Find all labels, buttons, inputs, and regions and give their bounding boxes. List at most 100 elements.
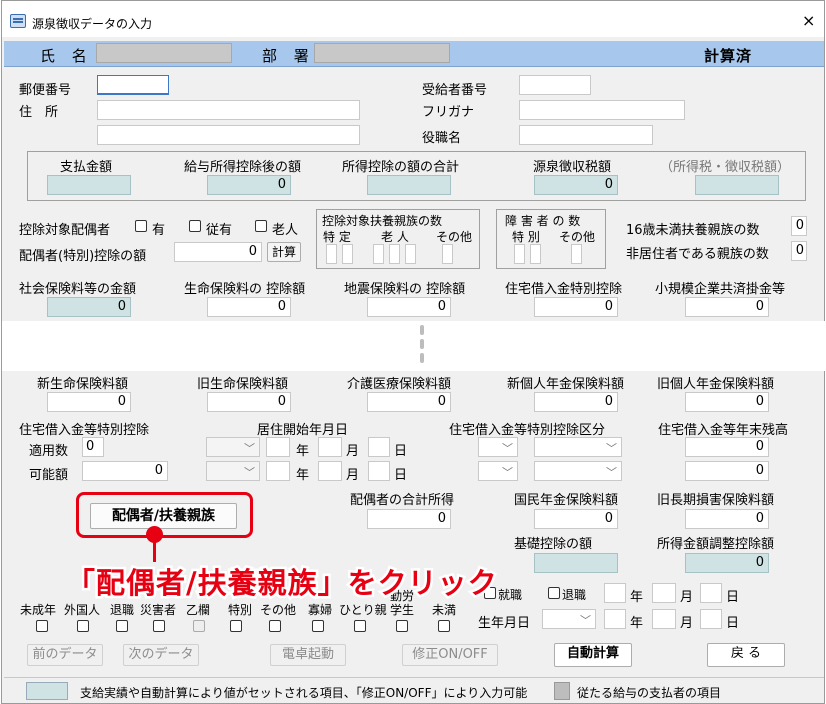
housing-day-input-2[interactable] <box>368 461 390 481</box>
birth-era-select[interactable]: ﹀ <box>542 609 596 629</box>
spouse-income-field[interactable]: 0 <box>367 509 451 529</box>
housing-era-select-1[interactable]: ﹀ <box>206 437 260 457</box>
nonresident-label: 非居住者である親族の数 <box>626 247 769 262</box>
housing-day-input-1[interactable] <box>368 437 390 457</box>
flag-widow-checkbox[interactable] <box>312 620 324 632</box>
name-label: 氏 名 <box>40 47 93 65</box>
housing-possible-input[interactable]: 0 <box>82 461 168 481</box>
emp-year-input[interactable] <box>604 583 626 603</box>
spouse-elderly-checkbox[interactable] <box>255 220 267 232</box>
dep-elderly-box-2[interactable] <box>389 244 400 264</box>
housing-month-input-2[interactable] <box>318 461 342 481</box>
adjust-field: 0 <box>685 553 769 573</box>
flag-minor-checkbox[interactable] <box>36 620 48 632</box>
housing-label: 住宅借入金等特別控除 <box>19 423 150 438</box>
flag-special-checkbox[interactable] <box>230 620 242 632</box>
under16-input[interactable]: 0 <box>791 216 807 236</box>
emp-day-input[interactable] <box>700 583 722 603</box>
furigana-input[interactable] <box>519 100 685 120</box>
housing-category-select-1a[interactable]: ﹀ <box>478 437 518 457</box>
dep-other-box[interactable] <box>442 244 453 264</box>
dep-specific-box-2[interactable] <box>342 244 353 264</box>
flag-single-parent-checkbox[interactable] <box>354 620 366 632</box>
dep-specific-box-1[interactable] <box>326 244 337 264</box>
edit-toggle-button[interactable]: 修正ON/OFF <box>402 644 498 666</box>
flag-label-disaster: 災害者 <box>140 603 177 617</box>
dis-other-box[interactable] <box>571 244 582 264</box>
dept-label: 部 署 <box>262 47 315 65</box>
small-biz-field[interactable]: 0 <box>685 297 769 317</box>
postal-input[interactable] <box>97 75 169 95</box>
birth-month-input[interactable] <box>652 609 676 629</box>
old-long-field[interactable]: 0 <box>685 509 769 529</box>
new-pension-field[interactable]: 0 <box>534 392 618 412</box>
dis-special-box-2[interactable] <box>530 244 541 264</box>
deduction-total-field <box>367 175 451 195</box>
address-input-2[interactable] <box>97 125 360 145</box>
dept-field <box>314 43 450 63</box>
emp-month-input[interactable] <box>652 583 676 603</box>
dep-elderly-box-1[interactable] <box>373 244 384 264</box>
housing-possible-label: 可能額 <box>29 468 69 483</box>
month-label-2: 月 <box>346 468 360 483</box>
spouse-employed-checkbox[interactable] <box>189 220 201 232</box>
new-life-field[interactable]: 0 <box>47 392 131 412</box>
flag-label-foreign: 外国人 <box>64 603 101 617</box>
prev-data-button[interactable]: 前のデータ <box>27 644 103 666</box>
housing-month-input-1[interactable] <box>318 437 342 457</box>
legend-swatch-auto <box>26 682 68 700</box>
back-button[interactable]: 戻 る <box>707 643 785 667</box>
spouse-income-label: 配偶者の合計所得 <box>350 493 455 508</box>
auto-calc-button[interactable]: 自動計算 <box>554 643 632 667</box>
housing-start-label: 居住開始年月日 <box>257 423 349 438</box>
spouse-special-input[interactable]: 0 <box>174 242 262 262</box>
flag-disaster-checkbox[interactable] <box>153 620 165 632</box>
old-life-field[interactable]: 0 <box>207 392 291 412</box>
flag-retire-checkbox[interactable] <box>116 620 128 632</box>
housing-year-input-1[interactable] <box>266 437 290 457</box>
housing-count-label: 適用数 <box>29 444 69 459</box>
care-field[interactable]: 0 <box>367 392 451 412</box>
flag-label-other: その他 <box>260 603 297 617</box>
omission-dots <box>419 321 425 371</box>
old-pension-field[interactable]: 0 <box>685 392 769 412</box>
birth-day-input[interactable] <box>700 609 722 629</box>
flag-under-checkbox[interactable] <box>438 620 450 632</box>
dep-elderly-box-3[interactable] <box>405 244 416 264</box>
retire-checkbox[interactable] <box>548 587 560 599</box>
nonresident-input[interactable]: 0 <box>791 241 807 261</box>
birth-year-input[interactable] <box>604 609 626 629</box>
calc-button[interactable]: 計算 <box>267 242 301 262</box>
quake-field[interactable]: 0 <box>367 297 451 317</box>
dep-elderly-label: 老 人 <box>381 230 409 244</box>
life-field[interactable]: 0 <box>207 297 291 317</box>
close-icon[interactable]: × <box>802 11 815 30</box>
year-label-2: 年 <box>296 468 310 483</box>
housing-category-select-2a[interactable]: ﹀ <box>478 461 518 481</box>
housing-balance-input-2[interactable]: 0 <box>685 461 769 481</box>
next-data-button[interactable]: 次のデータ <box>123 644 199 666</box>
flag-other-checkbox[interactable] <box>269 620 281 632</box>
housing-category-select-2b[interactable]: ﹀ <box>534 461 622 481</box>
housing-balance-input-1[interactable]: 0 <box>685 437 769 457</box>
flag-working-student-checkbox[interactable] <box>396 620 408 632</box>
flag-label-single-parent: ひとり親 <box>339 603 387 617</box>
legend-auto-text: 支給実績や自動計算により値がセットされる項目、「修正ON/OFF」により入力可能 <box>80 686 528 700</box>
housing-deduction-field[interactable]: 0 <box>534 297 618 317</box>
disabled-title: 障 害 者 の 数 <box>505 214 581 228</box>
position-input[interactable] <box>519 125 653 145</box>
housing-era-select-2[interactable]: ﹀ <box>206 461 260 481</box>
flag-foreign-checkbox[interactable] <box>77 620 89 632</box>
housing-year-input-2[interactable] <box>266 461 290 481</box>
app-icon <box>10 14 26 28</box>
flag-otsu-checkbox[interactable] <box>193 620 205 632</box>
housing-count-input[interactable]: 0 <box>82 437 104 457</box>
calculator-button[interactable]: 電卓起動 <box>270 644 346 666</box>
spouse-special-label: 配偶者(特別)控除の額 <box>19 249 147 264</box>
national-pension-field[interactable]: 0 <box>534 509 618 529</box>
address-input-1[interactable] <box>97 100 360 120</box>
recipient-no-input[interactable] <box>519 75 591 95</box>
spouse-has-checkbox[interactable] <box>135 220 147 232</box>
dis-special-box-1[interactable] <box>514 244 525 264</box>
housing-category-select-1b[interactable]: ﹀ <box>534 437 622 457</box>
